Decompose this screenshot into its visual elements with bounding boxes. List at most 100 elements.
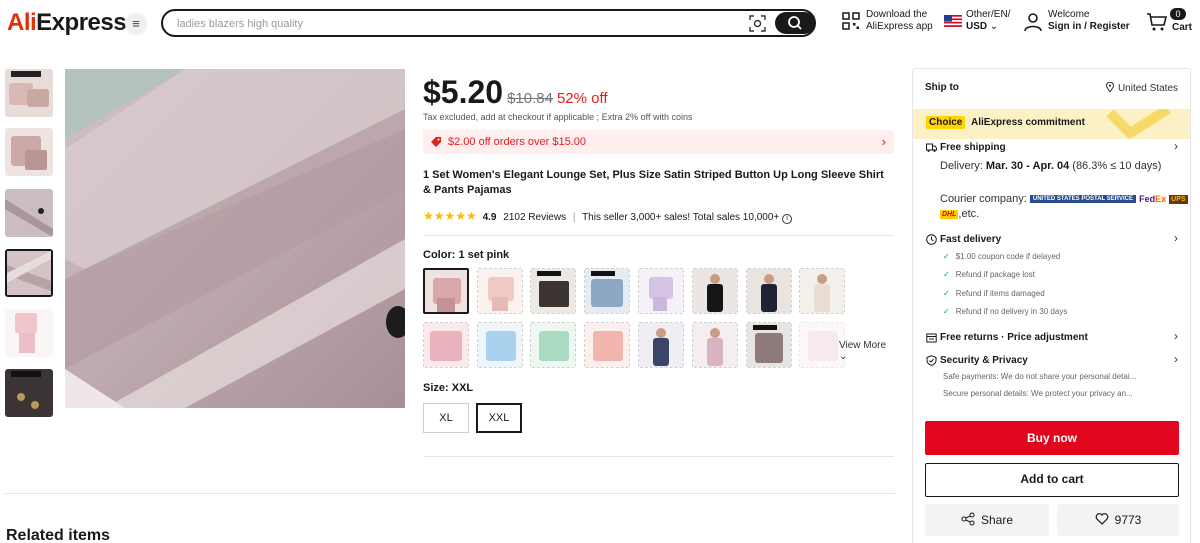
- truck-icon: [926, 143, 937, 152]
- buy-now-button[interactable]: Buy now: [925, 421, 1179, 455]
- wishlist-button[interactable]: 9773: [1057, 504, 1179, 536]
- ship-location-selector[interactable]: United States: [1105, 82, 1178, 94]
- chevron-right-icon[interactable]: ›: [1174, 231, 1178, 245]
- account-menu[interactable]: Welcome Sign in / Register: [1048, 9, 1130, 33]
- fast-delivery-title[interactable]: Fast delivery: [940, 234, 1001, 245]
- color-swatch-15[interactable]: [746, 322, 792, 368]
- qr-code-icon[interactable]: [842, 12, 860, 30]
- user-icon[interactable]: [1023, 12, 1043, 32]
- purchase-panel: Ship to United States Choice AliExpress …: [912, 68, 1191, 543]
- us-flag-icon: [944, 15, 962, 27]
- thumbnail-4-selected[interactable]: [5, 249, 53, 297]
- view-more-colors-link[interactable]: View More ⌄: [839, 340, 895, 362]
- thumbnail-3[interactable]: [5, 189, 53, 237]
- info-icon[interactable]: i: [782, 214, 793, 224]
- color-swatch-4[interactable]: [584, 268, 630, 314]
- usps-logo-icon: UNITED STATES POSTAL SERVICE: [1029, 195, 1137, 204]
- choice-badge: Choice: [926, 116, 966, 129]
- chevron-down-icon: ⌄: [839, 351, 848, 362]
- check-icon: ✓: [943, 307, 950, 316]
- search-icon: [788, 16, 802, 30]
- thumbnail-2[interactable]: [5, 128, 53, 176]
- color-swatch-6[interactable]: [692, 268, 738, 314]
- chevron-down-icon: ⌄: [989, 21, 999, 32]
- color-swatch-2[interactable]: [477, 268, 523, 314]
- original-price: $10.84: [507, 90, 553, 107]
- product-title: 1 Set Women's Elegant Lounge Set, Plus S…: [423, 169, 884, 196]
- coupon-banner[interactable]: $2.00 off orders over $15.00 ›: [423, 130, 894, 154]
- discount-percent: 52% off: [556, 90, 608, 107]
- security-privacy-title[interactable]: Security & Privacy: [940, 355, 1028, 366]
- return-box-icon: [926, 333, 937, 343]
- share-button[interactable]: Share: [925, 504, 1049, 536]
- language-currency-selector[interactable]: Other/EN/ USD ⌄: [966, 9, 1010, 33]
- search-button[interactable]: [775, 12, 815, 34]
- color-swatch-12[interactable]: [584, 322, 630, 368]
- cart-label[interactable]: Cart: [1172, 22, 1192, 33]
- check-icon: ✓: [943, 270, 950, 279]
- search-input[interactable]: [177, 15, 737, 32]
- cart-count-badge: 0: [1170, 8, 1186, 20]
- star-rating-icon: ★★★★★: [423, 209, 477, 223]
- security-line: Safe payments: We do not share your pers…: [943, 372, 1137, 381]
- main-product-image[interactable]: [65, 69, 405, 408]
- price-row: $5.20 $10.84 52% off: [423, 74, 608, 111]
- header: AliExpress ≡ Download the AliExpress app: [0, 0, 1200, 46]
- security-line: Secure personal details: We protect your…: [943, 389, 1133, 398]
- check-icon: ✓: [943, 252, 950, 261]
- thumbnail-6[interactable]: [5, 369, 53, 417]
- add-to-cart-button[interactable]: Add to cart: [925, 463, 1179, 497]
- color-swatch-1-set-pink[interactable]: [423, 268, 469, 314]
- reviews-link[interactable]: 2102 Reviews: [503, 212, 566, 223]
- menu-icon[interactable]: ≡: [125, 13, 147, 35]
- choice-commitment-bar: Choice AliExpress commitment: [913, 109, 1190, 139]
- seller-sales-info: This seller 3,000+ sales! Total sales 10…: [582, 212, 780, 223]
- rating-row: ★★★★★ 4.9 2102 Reviews | This seller 3,0…: [423, 209, 793, 224]
- size-option-xxl[interactable]: XXL: [476, 403, 522, 433]
- rating-value: 4.9: [482, 212, 497, 223]
- choice-commitment-text: AliExpress commitment: [971, 117, 1085, 128]
- color-swatch-13[interactable]: [638, 322, 684, 368]
- cart-icon[interactable]: [1146, 12, 1168, 32]
- color-swatch-5[interactable]: [638, 268, 684, 314]
- fedex-logo-icon: FedEx: [1139, 194, 1167, 205]
- ups-logo-icon: UPS: [1169, 194, 1188, 204]
- aliexpress-logo[interactable]: AliExpress: [7, 9, 127, 37]
- free-returns-title[interactable]: Free returns · Price adjustment: [940, 332, 1088, 343]
- location-pin-icon: [1105, 82, 1114, 92]
- ship-to-label: Ship to: [925, 82, 959, 93]
- color-swatch-3[interactable]: [530, 268, 576, 314]
- shield-icon: [926, 355, 937, 366]
- dhl-logo-icon: DHL: [940, 209, 959, 219]
- heart-icon: [1095, 513, 1109, 525]
- color-label: Color: 1 set pink: [423, 249, 510, 261]
- color-swatch-8[interactable]: [799, 268, 845, 314]
- download-app-link[interactable]: Download the AliExpress app: [866, 9, 933, 33]
- color-swatch-9[interactable]: [423, 322, 469, 368]
- chevron-right-icon[interactable]: ›: [1174, 352, 1178, 366]
- size-option-xl[interactable]: XL: [423, 403, 469, 433]
- courier-extra-row: DHL ,etc.: [940, 208, 980, 220]
- color-swatch-10[interactable]: [477, 322, 523, 368]
- color-swatch-7[interactable]: [746, 268, 792, 314]
- size-label: Size: XXL: [423, 382, 474, 394]
- divider: [423, 456, 894, 457]
- checkmark-decoration-icon: [1106, 109, 1170, 139]
- tax-note: Tax excluded, add at checkout if applica…: [423, 112, 693, 122]
- color-swatch-14[interactable]: [692, 322, 738, 368]
- coupon-tag-icon: [431, 137, 441, 147]
- thumbnail-5[interactable]: [5, 309, 53, 357]
- search-bar: [161, 9, 816, 37]
- color-swatch-11[interactable]: [530, 322, 576, 368]
- thumbnail-1[interactable]: [5, 69, 53, 117]
- page-divider: [5, 493, 895, 494]
- image-search-icon[interactable]: [749, 15, 766, 32]
- fast-delivery-icon: [926, 234, 937, 245]
- chevron-right-icon[interactable]: ›: [1174, 329, 1178, 343]
- chevron-right-icon[interactable]: ›: [1174, 139, 1178, 153]
- chevron-right-icon: ›: [881, 134, 886, 149]
- fast-delivery-item: ✓ $1.00 coupon code if delayed: [943, 252, 1061, 261]
- delivery-estimate: Delivery: Mar. 30 - Apr. 04 (86.3% ≤ 10 …: [940, 160, 1162, 172]
- divider: [423, 235, 894, 236]
- free-shipping-title[interactable]: Free shipping: [940, 142, 1006, 153]
